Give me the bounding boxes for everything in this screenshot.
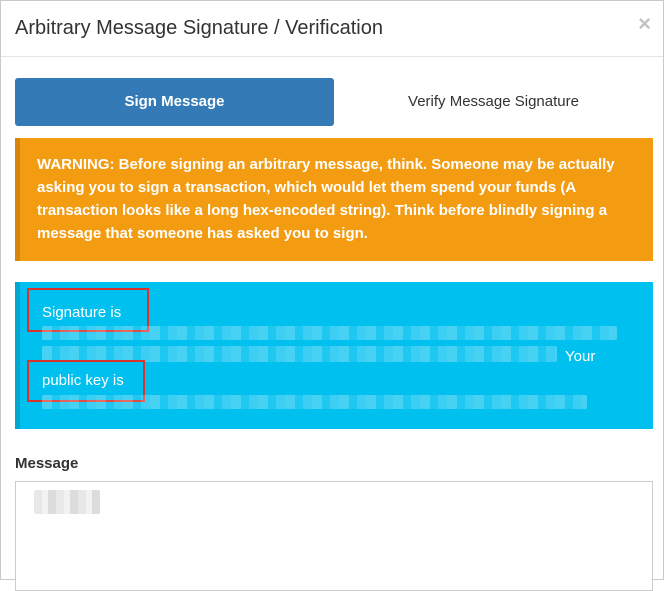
signature-value-redacted — [42, 326, 617, 340]
message-textarea[interactable] — [15, 481, 653, 591]
signature-result-callout: Signature is Your public key is — [15, 282, 653, 429]
message-label: Message — [15, 455, 79, 472]
modal-header: Arbitrary Message Signature / Verificati… — [1, 1, 663, 57]
your-label: Your — [565, 348, 596, 365]
public-key-value-redacted — [42, 395, 587, 409]
tab-verify-message-signature[interactable]: Verify Message Signature — [334, 78, 653, 126]
tab-bar: Sign Message Verify Message Signature — [15, 78, 653, 126]
modal-title: Arbitrary Message Signature / Verificati… — [15, 17, 383, 39]
sign-verify-modal: Arbitrary Message Signature / Verificati… — [0, 0, 664, 591]
close-icon[interactable]: × — [638, 13, 651, 35]
signature-label: Signature is — [42, 304, 122, 321]
warning-text: WARNING: Before signing an arbitrary mes… — [37, 156, 615, 242]
public-key-label: public key is — [42, 372, 124, 389]
message-value-redacted — [34, 490, 100, 514]
tab-sign-message[interactable]: Sign Message — [15, 78, 334, 126]
warning-callout: WARNING: Before signing an arbitrary mes… — [15, 138, 653, 261]
